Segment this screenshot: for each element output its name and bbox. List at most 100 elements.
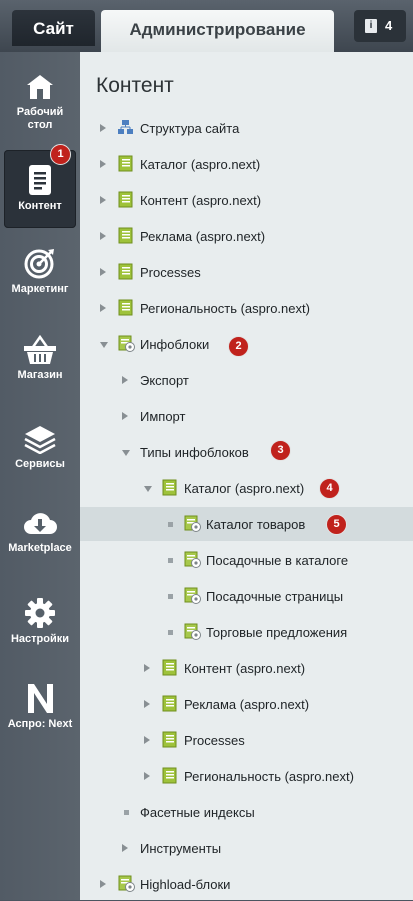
- cloud-download-icon: [24, 513, 57, 534]
- tree-item-label: Реклама (aspro.next): [184, 697, 310, 712]
- iblock-icon: [183, 515, 201, 535]
- tree-item-label: Торговые предложения: [206, 625, 348, 640]
- expand-arrow-right-icon[interactable]: [122, 412, 128, 420]
- expand-arrow-right-icon[interactable]: [100, 304, 106, 312]
- tree-item-label: Инструменты: [140, 841, 222, 856]
- iblock-type-icon: [161, 695, 178, 715]
- expand-arrow-down-icon[interactable]: [144, 486, 152, 492]
- tree-item[interactable]: Контент (aspro.next): [80, 651, 413, 685]
- sidebar-item-marketing[interactable]: Маркетинг: [4, 247, 76, 296]
- tree-item-label: Каталог (aspro.next): [184, 481, 305, 496]
- expand-arrow-right-icon[interactable]: [122, 376, 128, 384]
- sidebar-item-label: Маркетинг: [11, 283, 69, 295]
- sidebar-item-label: Сервисы: [15, 458, 65, 470]
- tree-item-label: Импорт: [140, 409, 186, 424]
- tree-item[interactable]: Региональность (aspro.next): [80, 291, 413, 325]
- sidebar-item-desktop[interactable]: Рабочий стол: [4, 72, 76, 132]
- tree-item[interactable]: Processes: [80, 255, 413, 289]
- tree-item-label: Посадочные страницы: [206, 589, 344, 604]
- annotation-badge-5: 5: [326, 514, 347, 535]
- target-icon: [24, 249, 54, 279]
- expand-arrow-right-icon[interactable]: [100, 124, 106, 132]
- tree-item[interactable]: Highload-блоки: [80, 867, 413, 901]
- tab-site[interactable]: Сайт: [12, 10, 95, 46]
- sidebar-item-label: Контент: [18, 200, 62, 212]
- expand-arrow-right-icon[interactable]: [144, 700, 150, 708]
- tree-item[interactable]: Контент (aspro.next): [80, 183, 413, 217]
- expand-arrow-right-icon[interactable]: [100, 196, 106, 204]
- iblock-icon: [117, 335, 135, 355]
- tree-item[interactable]: Посадочные страницы: [80, 579, 413, 613]
- sidebar-item-marketplace[interactable]: Marketplace: [4, 510, 76, 555]
- tree-item-label: Каталог товаров: [206, 517, 306, 532]
- iblock-icon: [117, 875, 135, 895]
- tree-item[interactable]: Реклама (aspro.next): [80, 687, 413, 721]
- annotation-badge-2: 2: [228, 336, 249, 357]
- expand-arrow-right-icon[interactable]: [122, 844, 128, 852]
- sidebar: Рабочий стол Контент Маркетинг Магазин С…: [0, 52, 80, 900]
- tree-item[interactable]: Реклама (aspro.next): [80, 219, 413, 253]
- expand-arrow-right-icon[interactable]: [100, 268, 106, 276]
- sidebar-item-aspro-next[interactable]: Аспро: Next: [4, 682, 76, 731]
- iblock-type-icon: [161, 731, 178, 751]
- top-bar: Сайт Администрирование i 4: [0, 0, 413, 52]
- tree-item-label: Реклама (aspro.next): [140, 229, 266, 244]
- tree-item-label: Экспорт: [140, 373, 189, 388]
- expand-arrow-right-icon[interactable]: [100, 160, 106, 168]
- expand-arrow-right-icon[interactable]: [100, 880, 106, 888]
- expand-arrow-right-icon[interactable]: [144, 772, 150, 780]
- tree-item-label: Структура сайта: [140, 121, 240, 136]
- iblock-type-icon: [117, 191, 134, 211]
- notifications-button[interactable]: i 4: [354, 10, 406, 42]
- bullet-icon: [168, 630, 173, 635]
- iblock-type-icon: [161, 767, 178, 787]
- expand-arrow-down-icon[interactable]: [100, 342, 108, 348]
- tree-item[interactable]: Структура сайта: [80, 111, 413, 145]
- tree-item[interactable]: Каталог (aspro.next): [80, 147, 413, 181]
- bullet-icon: [168, 522, 173, 527]
- document-icon: [29, 165, 51, 195]
- bullet-icon: [168, 594, 173, 599]
- tree-item-label: Посадочные в каталоге: [206, 553, 349, 568]
- tree-item-label: Типы инфоблоков: [140, 445, 249, 460]
- tree-item[interactable]: Processes: [80, 723, 413, 757]
- tree-item[interactable]: Каталог (aspro.next): [80, 471, 413, 505]
- tab-administration[interactable]: Администрирование: [101, 10, 334, 52]
- iblock-type-icon: [117, 299, 134, 319]
- sidebar-item-settings[interactable]: Настройки: [4, 597, 76, 646]
- tree-item-label: Контент (aspro.next): [184, 661, 306, 676]
- sidebar-item-services[interactable]: Сервисы: [4, 424, 76, 471]
- iblock-icon: [183, 551, 201, 571]
- info-icon: i: [365, 19, 377, 33]
- page-title: Контент: [96, 74, 174, 97]
- tree-item[interactable]: Экспорт: [80, 363, 413, 397]
- iblock-type-icon: [161, 659, 178, 679]
- iblock-type-icon: [117, 263, 134, 283]
- iblock-icon: [183, 623, 201, 643]
- sidebar-item-label: Marketplace: [8, 542, 72, 554]
- gear-icon: [25, 598, 55, 628]
- iblock-icon: [183, 587, 201, 607]
- tree-item[interactable]: Типы инфоблоков: [80, 435, 413, 469]
- home-icon: [27, 75, 53, 99]
- iblock-type-icon: [117, 227, 134, 247]
- tree-item[interactable]: Торговые предложения: [80, 615, 413, 649]
- tree-item[interactable]: Импорт: [80, 399, 413, 433]
- expand-arrow-right-icon[interactable]: [144, 664, 150, 672]
- notifications-count: 4: [385, 18, 393, 33]
- tree-item[interactable]: Каталог товаров: [80, 507, 413, 541]
- expand-arrow-right-icon[interactable]: [144, 736, 150, 744]
- expand-arrow-down-icon[interactable]: [122, 450, 130, 456]
- site-structure-icon: [117, 119, 134, 139]
- tree-item[interactable]: Региональность (aspro.next): [80, 759, 413, 793]
- tree-item-label: Региональность (aspro.next): [140, 301, 310, 316]
- annotation-badge-3: 3: [270, 440, 291, 461]
- expand-arrow-right-icon[interactable]: [100, 232, 106, 240]
- tree-item[interactable]: Инструменты: [80, 831, 413, 865]
- sidebar-item-label: Настройки: [10, 633, 70, 645]
- sidebar-item-shop[interactable]: Магазин: [4, 335, 76, 382]
- tree-item-label: Processes: [140, 265, 201, 280]
- aspro-logo-icon: [28, 684, 53, 713]
- tree-item[interactable]: Фасетные индексы: [80, 795, 413, 829]
- tree-item[interactable]: Посадочные в каталоге: [80, 543, 413, 577]
